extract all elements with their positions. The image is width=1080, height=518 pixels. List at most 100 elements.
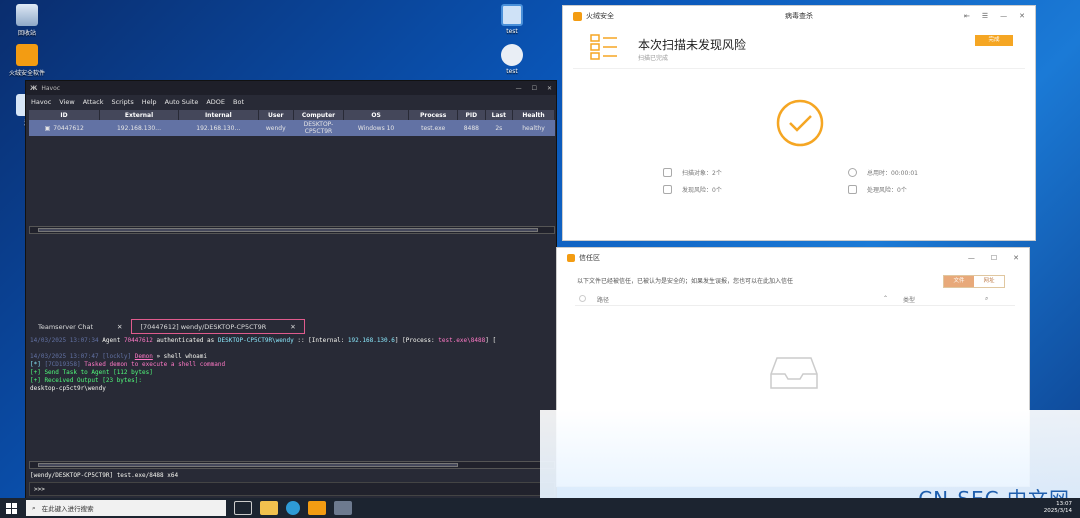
col-id[interactable]: ID [29, 110, 100, 120]
maximize-icon[interactable]: ☐ [991, 254, 997, 262]
trust-description: 以下文件已经被信任，已被认为是安全的；如果发生误报，您也可以在此加入信任 [577, 278, 794, 285]
file-explorer-icon[interactable] [260, 501, 278, 515]
ghost-icon [501, 44, 523, 66]
cell-external: 192.168.130… [99, 120, 179, 136]
back-icon[interactable]: ⇤ [964, 12, 970, 20]
av-titlebar[interactable]: 火绒安全 病毒查杀 ⇤ ☰ — ✕ [563, 6, 1035, 26]
search-placeholder: 在此键入进行搜索 [41, 505, 94, 513]
search-icon: ⌕ [32, 503, 36, 512]
col-health[interactable]: Health [512, 110, 555, 120]
menu-view[interactable]: View [59, 98, 74, 106]
session-status: [wendy/DESKTOP-CP5CT9R] test.exe/8488 x6… [30, 472, 179, 479]
agent-icon: ▣ [44, 124, 51, 132]
minimize-icon[interactable]: — [516, 85, 522, 92]
console-horizontal-scrollbar[interactable] [29, 461, 555, 469]
clock-date: 2025/3/14 [1043, 508, 1072, 514]
menu-help[interactable]: Help [142, 98, 157, 106]
minimize-icon[interactable]: — [1000, 12, 1007, 20]
tab-label: [70447612] wendy/DESKTOP-CP5CT9R [140, 322, 267, 331]
console-line: [+] Send Task to Agent [112 bytes] [30, 369, 153, 376]
desktop-icon-label: test [506, 68, 518, 75]
cell-user: wendy [258, 120, 294, 136]
huorong-taskbar-icon[interactable] [308, 501, 326, 515]
menu-icon[interactable]: ☰ [982, 12, 988, 20]
warning-icon [663, 185, 672, 194]
minimize-icon[interactable]: — [968, 254, 975, 262]
cell-internal: 192.168.130… [178, 120, 258, 136]
menu-havoc[interactable]: Havoc [31, 98, 51, 106]
havoc-taskbar-icon[interactable] [334, 501, 352, 515]
mail-icon [848, 185, 857, 194]
table-row[interactable]: ▣ 70447612 192.168.130… 192.168.130… wend… [29, 120, 555, 136]
tab-agent-session[interactable]: [70447612] wendy/DESKTOP-CP5CT9R ✕ [131, 319, 305, 334]
tab-close-icon[interactable]: ✕ [117, 323, 122, 331]
huorong-logo-icon [567, 254, 575, 262]
clock-time: 13:07 [1056, 501, 1072, 507]
tab-close-icon[interactable]: ✕ [290, 323, 295, 331]
taskbar-search[interactable]: ⌕ 在此键入进行搜索 [26, 500, 226, 516]
console-line: 14/03/2025 13:07:47 [lockly] Demon » she… [30, 353, 208, 360]
sort-icon[interactable]: ⌃ [883, 295, 888, 302]
command-input[interactable]: >>> [29, 482, 555, 496]
menu-attack[interactable]: Attack [83, 98, 104, 106]
col-path[interactable]: 路径 [597, 295, 609, 304]
havoc-menubar: Havoc View Attack Scripts Help Auto Suit… [26, 95, 556, 108]
col-computer[interactable]: Computer [293, 110, 344, 120]
finish-button[interactable]: 完成 [975, 35, 1013, 46]
select-all-checkbox[interactable] [579, 295, 586, 302]
tab-teamserver-chat[interactable]: Teamserver Chat ✕ [29, 319, 131, 334]
window-icon [501, 4, 523, 26]
tab-files[interactable]: 文件 [944, 276, 974, 287]
close-icon[interactable]: ✕ [1013, 254, 1019, 262]
console-line: 14/03/2025 13:07:34 Agent 70447612 authe… [30, 337, 497, 344]
console-line: desktop-cp5ct9r\wendy [30, 385, 106, 392]
close-icon[interactable]: ✕ [1019, 12, 1025, 20]
trust-titlebar[interactable]: 信任区 — ☐ ✕ [557, 248, 1029, 268]
desktop-icon-huorong[interactable]: 火绒安全软件 [4, 44, 50, 77]
tab-urls[interactable]: 网址 [974, 276, 1004, 287]
col-user[interactable]: User [258, 110, 294, 120]
col-type[interactable]: 类型 [903, 295, 915, 304]
system-clock[interactable]: 13:07 2025/3/14 [1044, 501, 1080, 515]
windows-logo-icon [5, 502, 17, 514]
menu-adoe[interactable]: ADOE [206, 98, 225, 106]
havoc-titlebar[interactable]: Ж Havoc — ☐ ✕ [26, 81, 556, 95]
scrollbar-thumb[interactable] [38, 228, 538, 232]
sessions-table-container: ID External Internal User Computer OS Pr… [29, 110, 555, 306]
clock-icon [848, 168, 857, 177]
col-pid[interactable]: PID [457, 110, 486, 120]
havoc-tabbar: Teamserver Chat ✕ [70447612] wendy/DESKT… [29, 319, 555, 334]
document-icon [663, 168, 672, 177]
task-view-icon[interactable] [234, 501, 252, 515]
tab-label: Teamserver Chat [38, 322, 94, 331]
edge-icon[interactable] [286, 501, 300, 515]
menu-scripts[interactable]: Scripts [111, 98, 133, 106]
desktop-icon-label: 回收站 [17, 30, 36, 37]
col-process[interactable]: Process [408, 110, 459, 120]
menu-auto-suite[interactable]: Auto Suite [165, 98, 199, 106]
start-button[interactable] [0, 498, 22, 518]
havoc-logo-icon: Ж [30, 84, 38, 92]
menu-bot[interactable]: Bot [233, 98, 244, 106]
desktop-icon-recycle-bin[interactable]: 回收站 [4, 4, 50, 37]
col-internal[interactable]: Internal [178, 110, 259, 120]
table-horizontal-scrollbar[interactable] [29, 226, 555, 234]
stat-scan-objects: 扫描对象：2个 [663, 168, 722, 177]
col-last[interactable]: Last [485, 110, 514, 120]
cell-process: test.exe [408, 120, 458, 136]
close-icon[interactable]: ✕ [547, 85, 552, 92]
divider [573, 68, 1025, 69]
col-external[interactable]: External [99, 110, 180, 120]
search-icon[interactable]: ⌕ [985, 295, 988, 303]
cell-last: 2s [485, 120, 513, 136]
cell-computer: DESKTOP-CP5CT9R [293, 120, 344, 136]
trust-type-toggle: 文件 网址 [943, 275, 1005, 288]
desktop-icon-test-1[interactable]: test [489, 4, 535, 35]
col-os[interactable]: OS [343, 110, 410, 120]
scrollbar-thumb[interactable] [38, 463, 458, 467]
maximize-icon[interactable]: ☐ [532, 85, 537, 92]
desktop-icon-test-2[interactable]: test [489, 44, 535, 75]
desktop-icon-label: test [506, 28, 518, 35]
window-title: Havoc [41, 84, 61, 92]
scan-list-icon [590, 34, 617, 60]
